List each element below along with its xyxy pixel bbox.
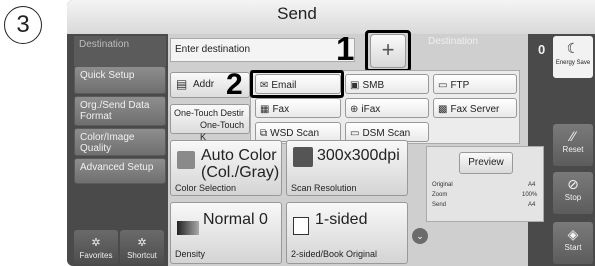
monitor-icon: ▭ bbox=[350, 128, 360, 139]
favorites-label: Favorites bbox=[79, 251, 113, 260]
preview-button[interactable]: Preview bbox=[459, 152, 513, 174]
favorites-button[interactable]: ✲ Favorites bbox=[74, 230, 118, 264]
menu-item-dsm-scan[interactable]: ▭ DSM Scan bbox=[345, 122, 429, 142]
wsd-scan-icon: ⧉ bbox=[260, 128, 268, 139]
color-icon bbox=[177, 151, 195, 169]
one-touch-button[interactable]: One-Touch Destir One-Touch K bbox=[170, 104, 250, 142]
nav-org-send-data-format[interactable]: Org./Send Data Format bbox=[74, 96, 166, 126]
energy-saver-button[interactable]: ☾ Energy Save bbox=[553, 36, 593, 78]
shortcut-label: Shortcut bbox=[127, 251, 157, 260]
scroll-down-button[interactable]: ⌄ bbox=[412, 228, 428, 244]
reset-icon: ⁄⁄ bbox=[570, 128, 576, 144]
ifax-label: iFax bbox=[361, 104, 381, 115]
zoom-value: 100% bbox=[522, 192, 538, 198]
moon-icon: ☾ bbox=[566, 40, 580, 56]
fax-server-icon: ▩ bbox=[438, 104, 448, 115]
stop-button[interactable]: ⊘ Stop bbox=[553, 172, 593, 214]
color-selection-tile[interactable]: Auto Color (Col./Gray) Color Selection bbox=[170, 140, 282, 196]
send-label: Send bbox=[432, 202, 447, 208]
destination-label: Destination bbox=[428, 36, 479, 47]
color-selection-label: Color Selection bbox=[175, 183, 237, 193]
reset-button[interactable]: ⁄⁄ Reset bbox=[553, 124, 593, 166]
page: 3 Send Destination Quick Setup Org./Send… bbox=[0, 0, 595, 266]
callout-box-plus bbox=[365, 30, 411, 72]
destination-input[interactable]: Enter destination bbox=[170, 38, 355, 62]
nav-quick-setup[interactable]: Quick Setup bbox=[74, 66, 166, 94]
page-title: Send bbox=[277, 4, 317, 23]
nav-destination[interactable]: Destination bbox=[74, 36, 166, 66]
density-tile[interactable]: Normal 0 Density bbox=[170, 202, 282, 264]
callout-number-1: 1 bbox=[336, 30, 355, 67]
destination-count: 0 bbox=[538, 42, 546, 57]
start-label: Start bbox=[564, 243, 582, 252]
step-number-badge: 3 bbox=[4, 6, 42, 44]
fax-server-label: Fax Server bbox=[450, 104, 500, 115]
one-touch-label: One-Touch Destir bbox=[174, 108, 245, 118]
menu-item-fax[interactable]: ▦ Fax bbox=[255, 98, 341, 118]
original-label: Original bbox=[432, 182, 453, 188]
energy-saver-label: Energy Save bbox=[555, 60, 591, 66]
scan-resolution-label: Scan Resolution bbox=[291, 183, 357, 193]
stop-icon: ⊘ bbox=[567, 176, 579, 192]
fax-label: Fax bbox=[272, 104, 290, 115]
smb-label: SMB bbox=[362, 80, 385, 91]
zoom-label: Zoom bbox=[432, 192, 448, 198]
nav-advanced-setup[interactable]: Advanced Setup bbox=[74, 158, 166, 184]
fax-icon: ▦ bbox=[260, 104, 270, 115]
gear-icon: ✲ bbox=[137, 237, 147, 249]
start-icon: ◈ bbox=[567, 226, 579, 242]
globe-icon: ⊕ bbox=[350, 104, 359, 115]
menu-item-wsd-scan[interactable]: ⧉ WSD Scan bbox=[255, 122, 341, 142]
menu-item-fax-server[interactable]: ▩ Fax Server bbox=[433, 98, 517, 118]
ftp-label: FTP bbox=[450, 80, 470, 91]
start-button[interactable]: ◈ Start bbox=[553, 222, 593, 264]
scan-resolution-value: 300x300dpi bbox=[317, 147, 400, 164]
dsm-scan-label: DSM Scan bbox=[362, 128, 411, 139]
density-icon bbox=[177, 221, 199, 235]
menu-item-smb[interactable]: ▣ SMB bbox=[345, 74, 429, 94]
gear-icon: ✲ bbox=[91, 237, 101, 249]
resolution-icon bbox=[293, 147, 313, 167]
callout-box-email bbox=[250, 70, 344, 98]
menu-item-ifax[interactable]: ⊕ iFax bbox=[345, 98, 429, 118]
density-value: Normal 0 bbox=[203, 211, 268, 228]
density-label: Density bbox=[175, 249, 206, 259]
ftp-icon: ▭ bbox=[438, 80, 448, 91]
reset-label: Reset bbox=[562, 145, 584, 154]
stop-label: Stop bbox=[564, 193, 582, 202]
address-book-icon: ▤ bbox=[176, 77, 188, 91]
color-selection-value: Auto Color (Col./Gray) bbox=[201, 147, 280, 181]
send-value: A4 bbox=[528, 202, 536, 208]
one-sided-icon bbox=[293, 217, 309, 235]
duplex-label: 2-sided/Book Original bbox=[291, 249, 378, 259]
smb-icon: ▣ bbox=[350, 80, 360, 91]
menu-item-ftp[interactable]: ▭ FTP bbox=[433, 74, 517, 94]
duplex-tile[interactable]: 1-sided 2-sided/Book Original bbox=[286, 202, 408, 264]
title-bar: Send bbox=[67, 0, 595, 34]
wsd-scan-label: WSD Scan bbox=[270, 128, 320, 139]
nav-color-image-quality[interactable]: Color/Image Quality bbox=[74, 128, 166, 156]
original-value: A4 bbox=[528, 182, 536, 188]
shortcut-button[interactable]: ✲ Shortcut bbox=[120, 230, 164, 264]
scan-resolution-tile[interactable]: 300x300dpi Scan Resolution bbox=[286, 140, 408, 196]
duplex-value: 1-sided bbox=[315, 211, 368, 228]
callout-number-2: 2 bbox=[226, 68, 243, 101]
